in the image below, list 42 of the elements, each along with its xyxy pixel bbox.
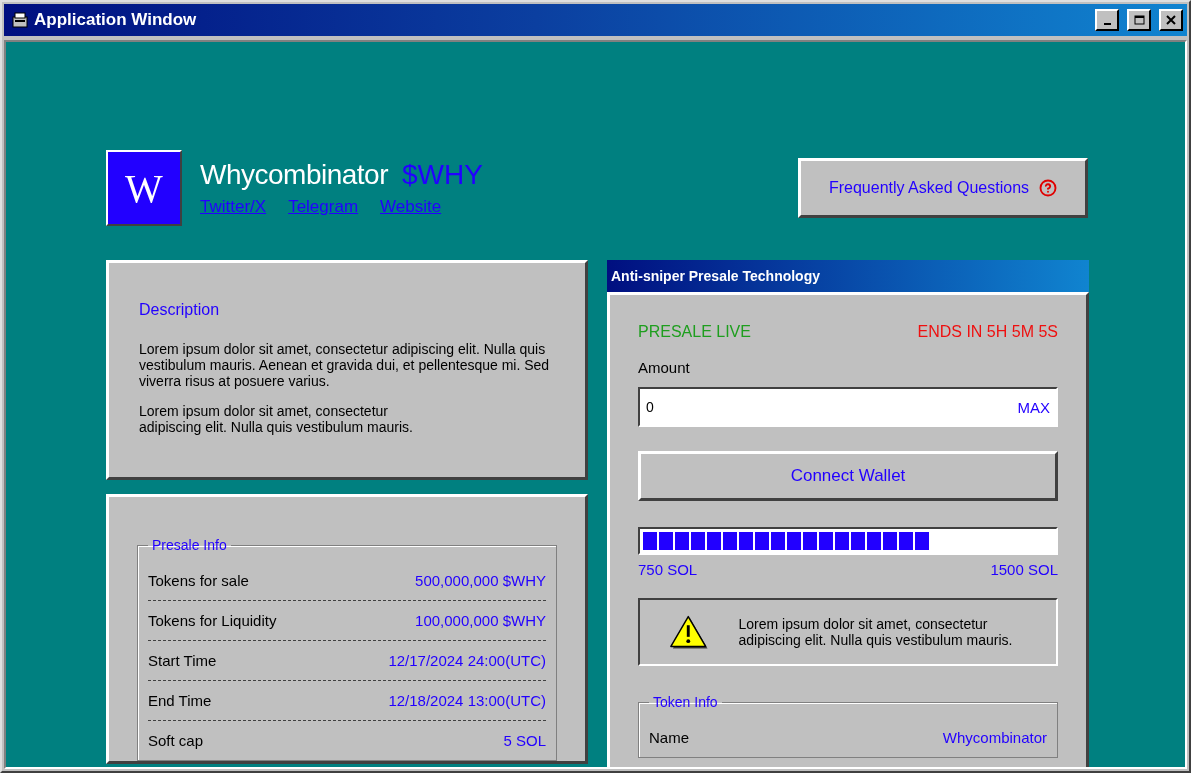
- connect-wallet-button[interactable]: Connect Wallet: [638, 451, 1058, 501]
- countdown-text: ENDS IN 5H 5M 5S: [917, 323, 1058, 341]
- amount-label: Amount: [638, 359, 690, 376]
- description-title: Description: [139, 301, 221, 319]
- info-value: 500,000,000 $WHY: [415, 572, 546, 589]
- warning-icon: [668, 613, 709, 651]
- info-label: End Time: [148, 692, 212, 709]
- progress-max-label: 1500 SOL: [990, 561, 1058, 578]
- project-name: Whycombinator: [200, 159, 388, 191]
- info-label: Soft cap: [148, 732, 204, 749]
- amount-input[interactable]: 0: [646, 399, 1018, 415]
- max-button[interactable]: MAX: [1017, 398, 1050, 416]
- close-button[interactable]: [1159, 9, 1183, 31]
- info-label: Tokens for Liquidity: [148, 612, 277, 629]
- info-label: Name: [649, 729, 689, 746]
- faq-button[interactable]: Frequently Asked Questions: [798, 158, 1088, 218]
- progress-min-label: 750 SOL: [638, 561, 698, 578]
- amount-field[interactable]: 0 MAX: [638, 387, 1058, 427]
- presale-status: PRESALE LIVE: [638, 323, 751, 341]
- help-icon: [1039, 179, 1058, 197]
- info-value: 5 SOL: [503, 732, 546, 749]
- maximize-button[interactable]: [1127, 9, 1151, 31]
- token-info-legend: Token Info: [649, 694, 722, 710]
- description-text: Lorem ipsum dolor sit amet, consectetur adipiscing elit. Nulla quis vestibulum mauris. Aenean et gravida dui, et pellentesque mi. Sed viverra risus at posuere varius.: [139, 341, 551, 389]
- info-value: Whycombinator: [942, 729, 1047, 746]
- project-logo: W: [106, 150, 182, 226]
- info-label: Start Time: [148, 652, 217, 669]
- description-text: Lorem ipsum dolor sit amet, consectetur adipiscing elit. Nulla quis vestibulum mauris.: [139, 403, 414, 435]
- minimize-button[interactable]: [1095, 9, 1119, 31]
- token-ticker: $WHY: [402, 159, 483, 191]
- panel-title: Anti-sniper Presale Technology: [611, 268, 820, 284]
- info-label: Tokens for sale: [148, 572, 249, 589]
- warning-text: Lorem ipsum dolor sit amet, consectetur adipiscing elit. Nulla quis vestibulum mauris.: [738, 616, 1014, 648]
- close-icon: [1166, 15, 1176, 25]
- presale-info-legend: Presale Info: [148, 537, 231, 553]
- info-value: 12/18/2024 13:00(UTC): [388, 692, 546, 709]
- window-title: Application Window: [34, 10, 198, 30]
- minimize-icon: [1103, 23, 1111, 25]
- app-icon: [12, 12, 28, 28]
- info-value: 12/17/2024 24:00(UTC): [388, 652, 546, 669]
- info-value: 100,000,000 $WHY: [415, 612, 546, 629]
- maximize-icon: [1133, 15, 1145, 25]
